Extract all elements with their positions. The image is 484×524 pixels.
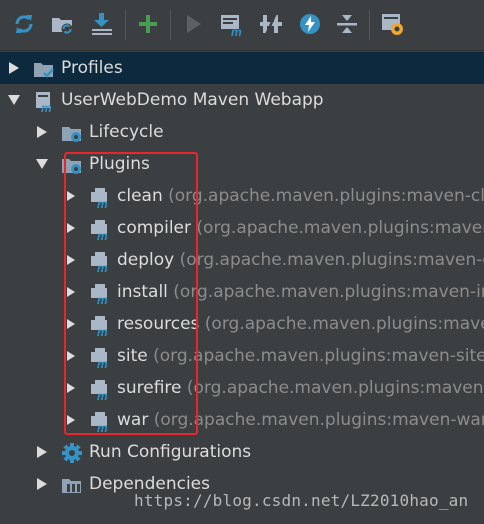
plugins-folder-icon [61, 154, 83, 176]
svg-text:m: m [41, 101, 52, 112]
expand-arrow-icon[interactable] [36, 436, 48, 468]
maven-plugin-icon: m [89, 250, 111, 272]
collapse-arrow-icon[interactable] [36, 148, 48, 180]
tree-item-plugin[interactable]: m install (org.apache.maven.plugins:mave… [0, 276, 484, 308]
svg-text:m: m [97, 261, 108, 272]
toolbar-separator [369, 10, 370, 40]
tree-item-plugins[interactable]: Plugins [0, 148, 484, 180]
collapse-all-icon[interactable] [334, 11, 360, 37]
tree-item-profiles[interactable]: Profiles [0, 52, 484, 84]
download-sources-icon[interactable] [89, 11, 115, 37]
tree-item-plugin[interactable]: m surefire (org.apache.maven.plugins:mav… [0, 372, 484, 404]
plugin-label: war (org.apache.maven.plugins:maven-war [117, 404, 484, 436]
plugin-name: deploy [117, 250, 175, 270]
tree-item-project[interactable]: m UserWebDemo Maven Webapp [0, 84, 484, 116]
plugin-name: site [117, 346, 148, 366]
plugin-label: surefire (org.apache.maven.plugins:maven… [117, 372, 484, 404]
maven-plugin-icon: m [89, 378, 111, 400]
tree-item-plugin[interactable]: m clean (org.apache.maven.plugins:maven-… [0, 180, 484, 212]
toolbar-separator [125, 10, 126, 40]
svg-text:m: m [97, 293, 108, 304]
maven-plugin-icon: m [89, 410, 111, 432]
svg-text:m: m [231, 25, 242, 37]
maven-plugin-icon: m [89, 186, 111, 208]
tree-item-label: UserWebDemo Maven Webapp [61, 90, 324, 110]
svg-text:m: m [97, 357, 108, 368]
maven-project-icon: m [33, 90, 55, 112]
dependencies-folder-icon [61, 474, 83, 496]
plugin-name: war [117, 410, 149, 430]
generate-sources-icon[interactable] [50, 11, 76, 37]
expand-arrow-icon[interactable] [65, 180, 77, 212]
plugin-coordinates: (org.apache.maven.plugins:maven-in [173, 282, 484, 302]
plugin-name: surefire [117, 378, 182, 398]
tree-item-label: Profiles [61, 58, 123, 78]
plugin-coordinates: (org.apache.maven.plugins:maven-site [153, 346, 484, 366]
tree-item-label: Run Configurations [89, 442, 252, 462]
svg-text:m: m [97, 197, 108, 208]
plugin-label: clean (org.apache.maven.plugins:maven-cl… [117, 180, 484, 212]
plugin-coordinates: (org.apache.maven.plugins:mave [204, 314, 484, 334]
tree-item-plugin[interactable]: m war (org.apache.maven.plugins:maven-wa… [0, 404, 484, 436]
svg-text:m: m [97, 229, 108, 240]
plugin-coordinates: (org.apache.maven.plugins:maven-cle [168, 186, 484, 206]
maven-toolbar: m [0, 0, 484, 51]
add-maven-project-icon[interactable] [135, 11, 161, 37]
maven-settings-icon[interactable] [380, 11, 406, 37]
lifecycle-folder-icon [61, 122, 83, 144]
tree-item-label: Plugins [89, 154, 150, 174]
tree-item-lifecycle[interactable]: Lifecycle [0, 116, 484, 148]
toggle-skip-tests-icon[interactable] [297, 11, 323, 37]
toolbar-separator [170, 10, 171, 40]
plugin-name: clean [117, 186, 163, 206]
maven-plugin-icon: m [89, 314, 111, 336]
tree-item-label: Lifecycle [89, 122, 164, 142]
tree-item-plugin[interactable]: m site (org.apache.maven.plugins:maven-s… [0, 340, 484, 372]
plugin-label: site (org.apache.maven.plugins:maven-sit… [117, 340, 484, 372]
expand-arrow-icon[interactable] [65, 212, 77, 244]
expand-arrow-icon[interactable] [65, 404, 77, 436]
reimport-all-projects-icon[interactable] [11, 11, 37, 37]
plugin-name: install [117, 282, 168, 302]
plugin-coordinates: (org.apache.maven.plugins:maven-war [153, 410, 484, 430]
expand-arrow-icon[interactable] [36, 116, 48, 148]
maven-plugin-icon: m [89, 282, 111, 304]
maven-plugin-icon: m [89, 218, 111, 240]
plugin-coordinates: (org.apache.maven.plugins:maven- [186, 378, 484, 398]
plugin-label: resources (org.apache.maven.plugins:mave [117, 308, 484, 340]
expand-arrow-icon[interactable] [8, 52, 20, 84]
plugin-coordinates: (org.apache.maven.plugins:maven [196, 218, 484, 238]
plugin-coordinates: (org.apache.maven.plugins:maven-d [179, 250, 484, 270]
plugin-label: install (org.apache.maven.plugins:maven-… [117, 276, 484, 308]
svg-text:m: m [97, 421, 108, 432]
toggle-offline-mode-icon[interactable] [258, 11, 284, 37]
watermark: https://blog.csdn.net/LZ2010hao_an [134, 491, 469, 510]
tree-item-plugin[interactable]: m deploy (org.apache.maven.plugins:maven… [0, 244, 484, 276]
expand-arrow-icon[interactable] [65, 308, 77, 340]
svg-text:m: m [97, 389, 108, 400]
plugin-name: compiler [117, 218, 191, 238]
plugin-label: compiler (org.apache.maven.plugins:maven [117, 212, 484, 244]
maven-projects-tree: Profiles m UserWebDemo Maven Webapp Life… [0, 51, 484, 524]
expand-arrow-icon[interactable] [65, 276, 77, 308]
expand-arrow-icon[interactable] [65, 244, 77, 276]
execute-maven-goal-icon[interactable]: m [219, 11, 245, 37]
expand-arrow-icon[interactable] [36, 468, 48, 500]
expand-arrow-icon[interactable] [65, 372, 77, 404]
gear-icon [61, 442, 83, 464]
plugin-name: resources [117, 314, 200, 334]
collapse-arrow-icon[interactable] [8, 84, 20, 116]
svg-text:m: m [97, 325, 108, 336]
run-maven-build-icon[interactable] [180, 11, 206, 37]
tree-item-plugin[interactable]: m compiler (org.apache.maven.plugins:mav… [0, 212, 484, 244]
tree-item-run-configurations[interactable]: Run Configurations [0, 436, 484, 468]
tree-item-plugin[interactable]: m resources (org.apache.maven.plugins:ma… [0, 308, 484, 340]
expand-arrow-icon[interactable] [65, 340, 77, 372]
maven-plugin-icon: m [89, 346, 111, 368]
plugin-label: deploy (org.apache.maven.plugins:maven-d [117, 244, 484, 276]
profiles-folder-icon [33, 58, 55, 80]
